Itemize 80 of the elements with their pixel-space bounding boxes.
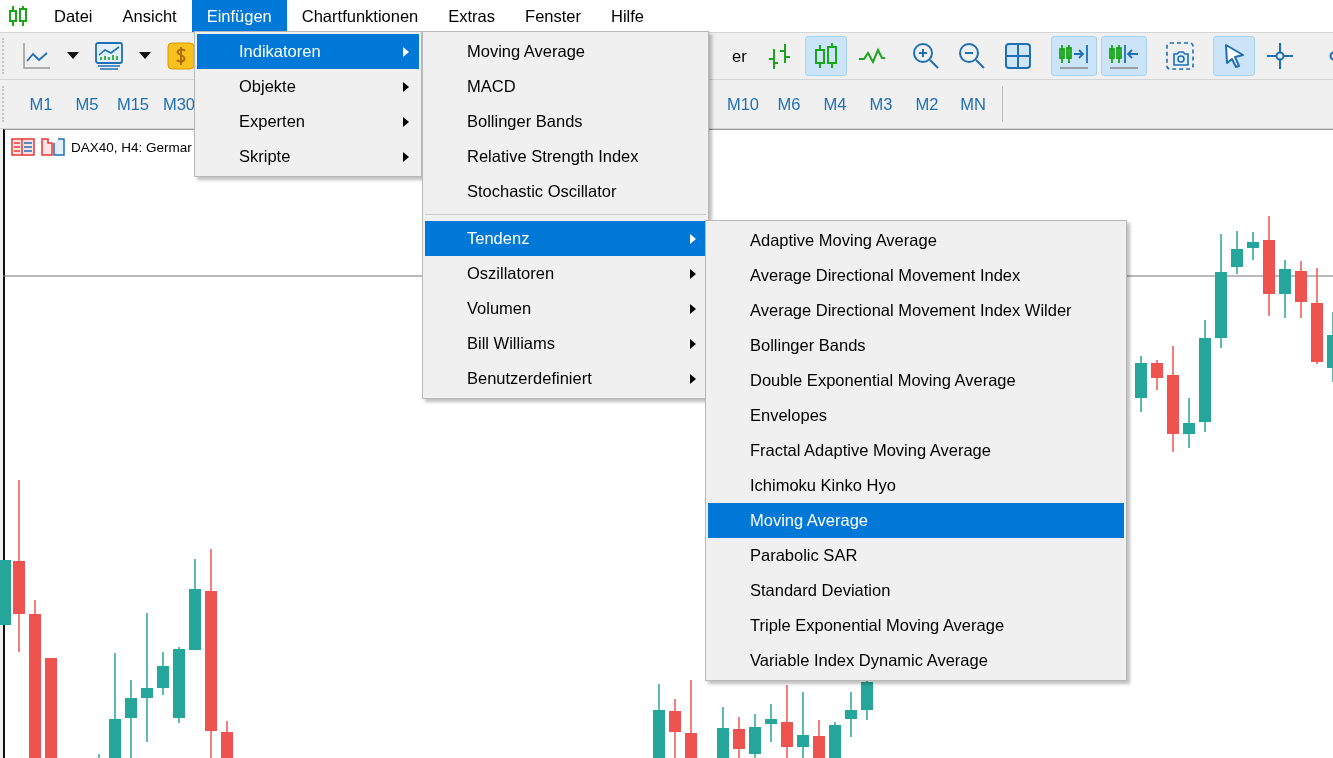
dollar-icon	[167, 42, 195, 70]
candle	[221, 720, 233, 758]
menu-item[interactable]: Oszillatoren	[425, 256, 706, 291]
line-chart-icon	[22, 41, 52, 71]
windows-icon	[41, 138, 65, 156]
menu-item[interactable]: Average Directional Movement Index Wilder	[708, 293, 1124, 328]
menu-bar-item[interactable]: Einfügen	[191, 0, 287, 32]
candle	[0, 559, 11, 626]
menu-item[interactable]: Relative Strength Index	[425, 139, 706, 174]
menu-bar-item[interactable]: Fenster	[510, 0, 596, 32]
chart-title: DAX40, H4: Germar	[71, 139, 192, 155]
timeframe-button[interactable]: M4	[812, 86, 858, 122]
menu-item[interactable]: Indikatoren	[197, 34, 419, 69]
menu-item[interactable]: Ichimoku Kinko Hyo	[708, 468, 1124, 503]
caret-icon	[139, 52, 151, 60]
menu-item[interactable]: Adaptive Moving Average	[708, 223, 1124, 258]
menu-item[interactable]: Triple Exponential Moving Average	[708, 608, 1124, 643]
timeframe-button[interactable]: M1	[18, 86, 64, 122]
menu-item[interactable]: Average Directional Movement Index	[708, 258, 1124, 293]
candle	[733, 716, 745, 758]
menu-item[interactable]: Skripte	[197, 139, 419, 174]
menu-item[interactable]: Standard Deviation	[708, 573, 1124, 608]
timeframe-button[interactable]: M3	[858, 86, 904, 122]
menu-item[interactable]: MACD	[425, 69, 706, 104]
shift-button[interactable]	[1100, 36, 1147, 76]
toolbar-label: er	[732, 46, 747, 66]
timeframe-button[interactable]: M10	[720, 86, 766, 122]
candle	[1247, 231, 1259, 261]
monitor-chart-icon	[94, 41, 124, 71]
menu-item[interactable]: Fractal Adaptive Moving Average	[708, 433, 1124, 468]
candle	[669, 698, 681, 758]
candle	[1295, 260, 1307, 319]
menu-bar-item[interactable]: Hilfe	[596, 0, 659, 32]
menu-item[interactable]: Benutzerdefiniert	[425, 361, 706, 396]
menu-item[interactable]: Moving Average	[708, 503, 1124, 538]
camera-icon	[1164, 41, 1195, 71]
grid-icon	[1002, 41, 1033, 71]
candle	[1135, 355, 1147, 413]
crosshair-icon	[1264, 41, 1295, 71]
candle	[829, 721, 841, 758]
cursor-button[interactable]	[1212, 36, 1255, 76]
menu-item[interactable]: Double Exponential Moving Average	[708, 363, 1124, 398]
caret-icon	[67, 52, 79, 60]
menu-item[interactable]: Moving Average	[425, 34, 706, 69]
candles-logo-icon	[8, 5, 28, 27]
menu-item[interactable]: Stochastic Oscillator	[425, 174, 706, 209]
menu-item[interactable]: Volumen	[425, 291, 706, 326]
menu-item[interactable]: Tendenz	[425, 221, 706, 256]
menu-item[interactable]: Bollinger Bands	[425, 104, 706, 139]
candle	[1327, 311, 1333, 383]
candle	[749, 713, 761, 758]
timeframe-button[interactable]: M15	[110, 86, 156, 122]
zoom-in-icon	[910, 41, 941, 71]
menu-item[interactable]: Envelopes	[708, 398, 1124, 433]
candle	[1183, 397, 1195, 449]
menu-item[interactable]: Bollinger Bands	[708, 328, 1124, 363]
candle	[765, 703, 777, 743]
candle	[797, 691, 809, 758]
zoom-out-icon	[956, 41, 987, 71]
candle	[1231, 230, 1243, 275]
timeframe-button[interactable]: M2	[904, 86, 950, 122]
menu-item[interactable]: Variable Index Dynamic Average	[708, 643, 1124, 678]
list-icon	[11, 138, 35, 156]
menu-bar-item[interactable]: Datei	[39, 0, 108, 32]
candlestick-button[interactable]	[804, 36, 847, 76]
candle	[813, 719, 825, 758]
candle	[845, 691, 857, 738]
scroll-button[interactable]	[1050, 36, 1097, 76]
menu-item[interactable]: Parabolic SAR	[708, 538, 1124, 573]
timeframe-button[interactable]: M5	[64, 86, 110, 122]
menu-bar-item[interactable]: Ansicht	[107, 0, 192, 32]
menu-item[interactable]: Bill Williams	[425, 326, 706, 361]
timeframe-button[interactable]: MN	[950, 86, 996, 122]
candle	[157, 651, 169, 696]
menu-bar-item[interactable]: Extras	[433, 0, 511, 32]
menu-bar-item[interactable]: Chartfunktionen	[286, 0, 434, 32]
candle	[717, 706, 729, 758]
candle	[1279, 259, 1291, 319]
timeframe-button[interactable]: M6	[766, 86, 812, 122]
candle	[1151, 359, 1163, 391]
